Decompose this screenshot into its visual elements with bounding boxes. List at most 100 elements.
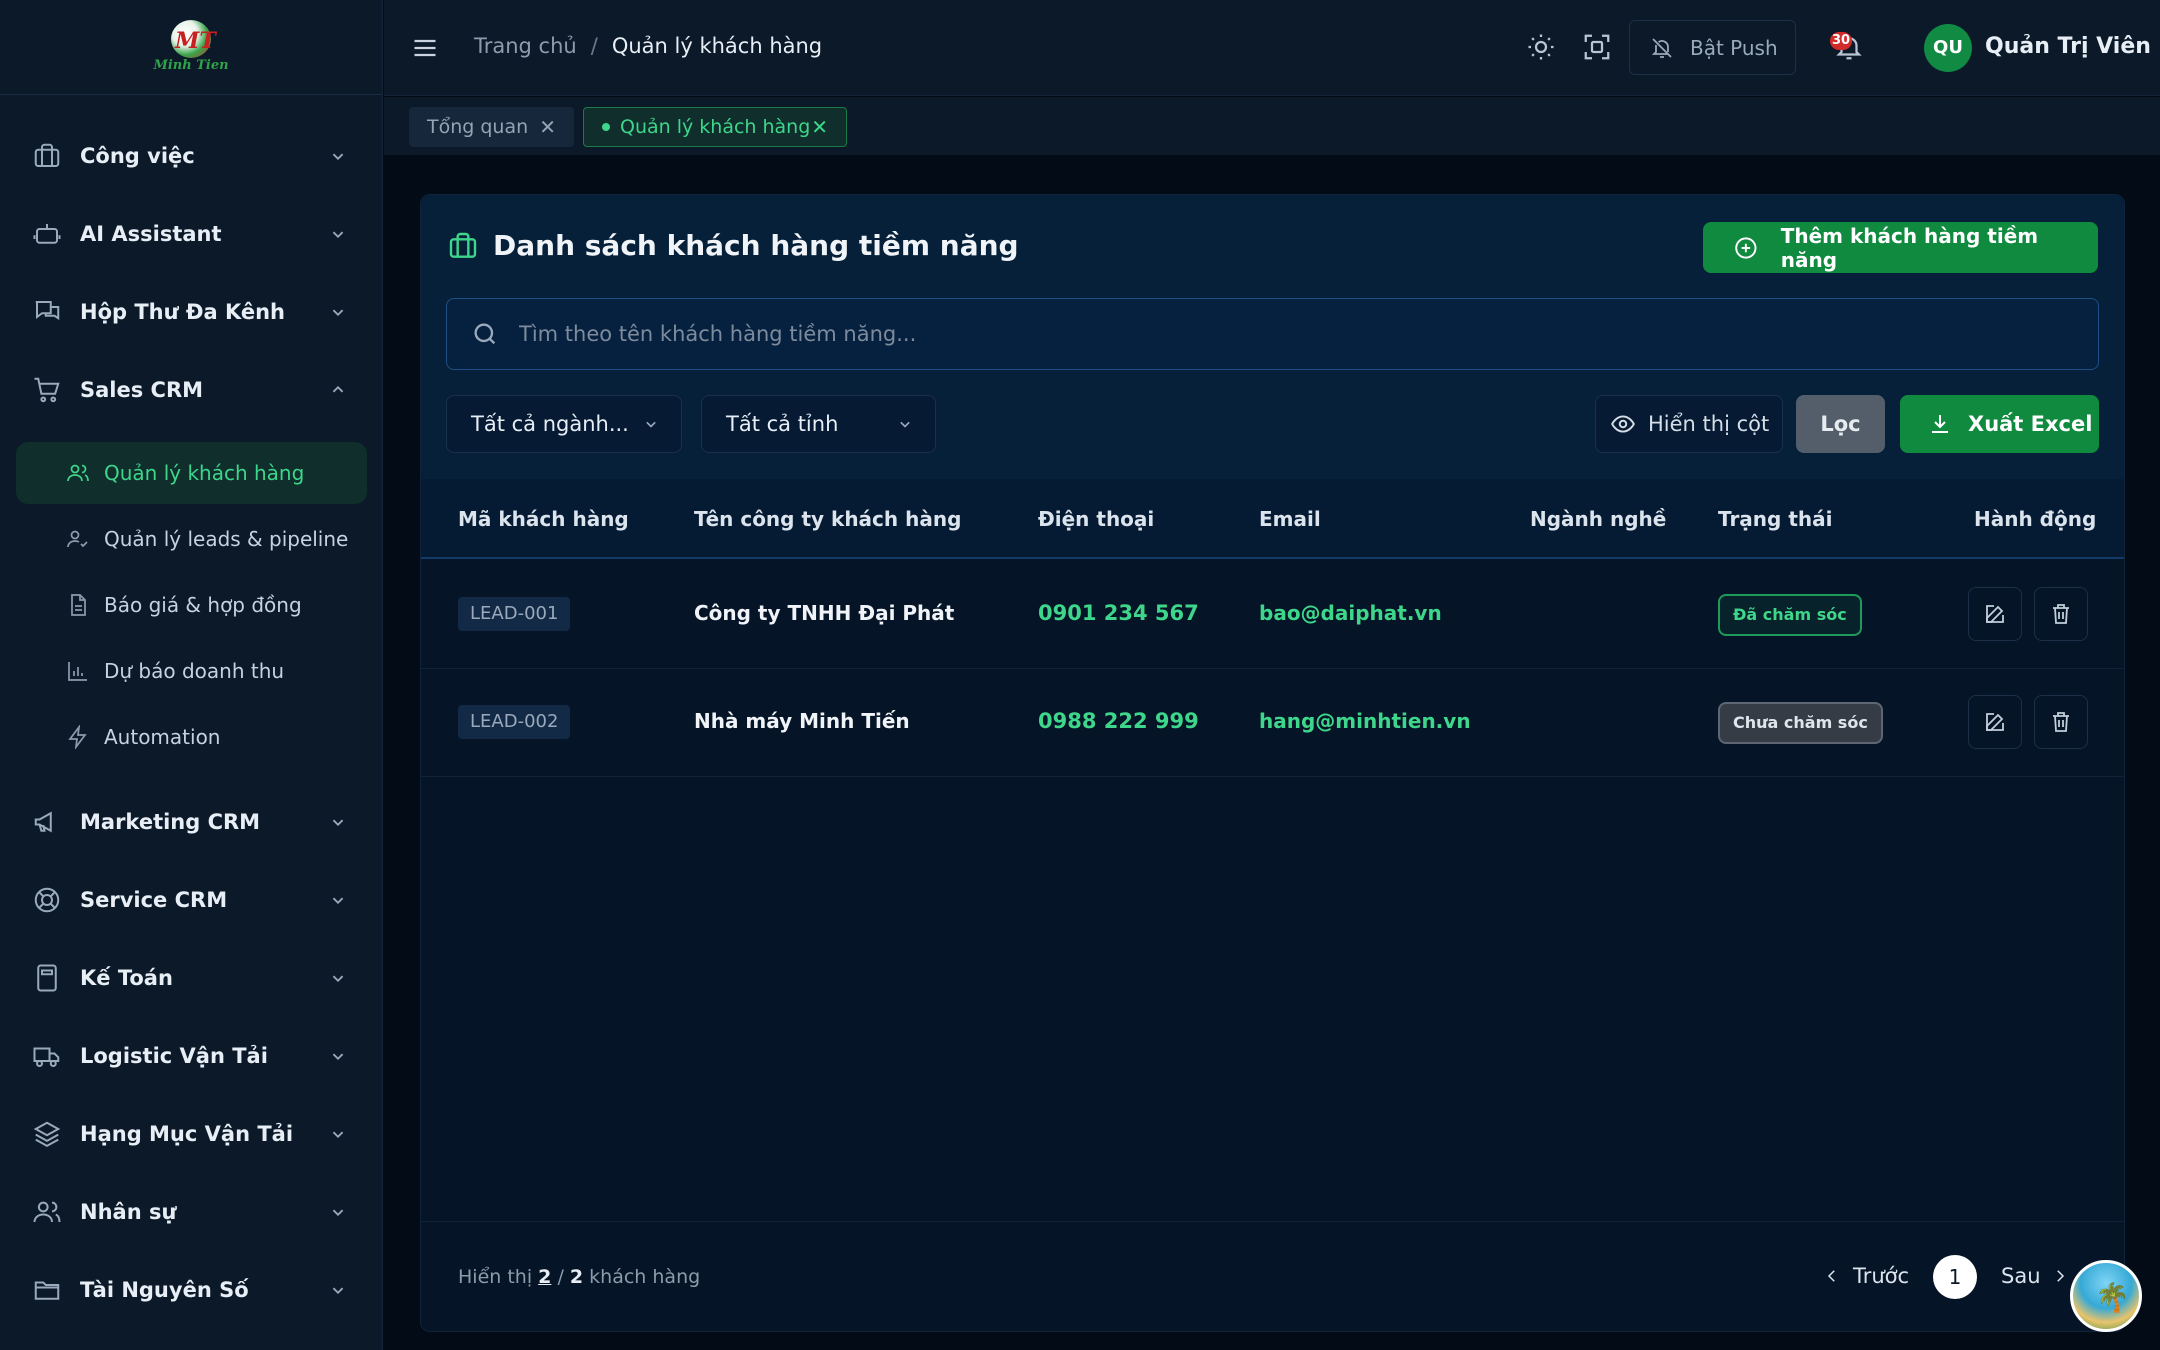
search-icon [474, 323, 496, 345]
column-header-status[interactable]: Trạng thái [1718, 507, 1832, 531]
add-lead-label: Thêm khách hàng tiềm năng [1780, 223, 2039, 272]
sidebar-group-sales-crm[interactable]: Sales CRM [0, 360, 383, 420]
menu-icon[interactable] [410, 34, 440, 62]
push-label: Bật Push [1690, 35, 1778, 60]
tab-quan-ly-khach-hang[interactable]: Quản lý khách hàng ✕ [583, 107, 847, 147]
sidebar-item-label: Dự báo doanh thu [104, 659, 285, 683]
column-header-company[interactable]: Tên công ty khách hàng [694, 507, 961, 531]
notification-badge: 30 [1830, 32, 1853, 50]
lifebuoy-icon [34, 887, 60, 913]
filter-button[interactable]: Lọc [1796, 395, 1885, 453]
download-icon [1932, 415, 1948, 433]
phone-link[interactable]: 0901 234 567 [1038, 601, 1199, 625]
user-name[interactable]: Quản Trị Viên [1985, 34, 2151, 59]
sidebar-item-automation[interactable]: Automation [16, 706, 367, 768]
next-page-button[interactable]: Sau [2001, 1264, 2069, 1288]
sidebar-item-leads-pipeline[interactable]: Quản lý leads & pipeline [16, 508, 367, 570]
edit-button[interactable] [1968, 695, 2022, 749]
column-header-email[interactable]: Email [1259, 507, 1321, 531]
sidebar-group-ke-toan[interactable]: Kế Toán [0, 948, 383, 1008]
sidebar-group-label: Service CRM [80, 888, 228, 912]
bar-chart-icon [68, 662, 87, 681]
breadcrumb-home[interactable]: Trang chủ [474, 34, 577, 58]
sidebar-item-label: Báo giá & hợp đồng [104, 593, 302, 617]
trash-icon [2053, 712, 2069, 732]
phone-link[interactable]: 0988 222 999 [1038, 709, 1199, 733]
table-footer: Hiển thị 2 / 2 khách hàng Trước 1 Sau [421, 1221, 2124, 1331]
search-input[interactable] [519, 322, 2098, 346]
sidebar-group-label: Kế Toán [80, 966, 173, 990]
company-name[interactable]: Công ty TNHH Đại Phát [694, 601, 954, 625]
column-header-industry[interactable]: Ngành nghề [1530, 507, 1666, 531]
sidebar-group-cong-viec[interactable]: Công việc [0, 126, 383, 186]
table-row[interactable]: LEAD-001 Công ty TNHH Đại Phát 0901 234 … [421, 561, 2124, 669]
close-icon[interactable]: ✕ [811, 115, 828, 139]
sun-icon[interactable] [1526, 32, 1556, 62]
briefcase-icon [34, 143, 60, 167]
trash-icon [2053, 604, 2069, 624]
sidebar-group-nhan-su[interactable]: Nhân sự [0, 1182, 383, 1242]
previous-page-button[interactable]: Trước [1823, 1264, 1909, 1288]
column-header-code[interactable]: Mã khách hàng [458, 507, 629, 531]
sidebar-group-service-crm[interactable]: Service CRM [0, 870, 383, 930]
email-link[interactable]: bao@daiphat.vn [1259, 601, 1442, 625]
close-icon[interactable]: ✕ [539, 115, 556, 139]
sidebar: MT Minh Tien Công việc AI Assistant Hộp … [0, 0, 383, 1350]
email-link[interactable]: hang@minhtien.vn [1259, 709, 1471, 733]
delete-button[interactable] [2034, 695, 2088, 749]
province-select[interactable]: Tất cả tỉnh [701, 395, 936, 453]
status-badge: Chưa chăm sóc [1718, 702, 1883, 744]
company-name[interactable]: Nhà máy Minh Tiến [694, 709, 910, 733]
sidebar-group-label: Công việc [80, 144, 195, 168]
sidebar-group-hang-muc[interactable]: Hạng Mục Vận Tải [0, 1104, 383, 1164]
table-row[interactable]: LEAD-002 Nhà máy Minh Tiến 0988 222 999 … [421, 669, 2124, 777]
sidebar-item-bao-gia[interactable]: Báo giá & hợp đồng [16, 574, 367, 636]
palm-tree-icon: 🌴 [2095, 1281, 2130, 1314]
add-lead-button[interactable]: Thêm khách hàng tiềm năng [1703, 222, 2098, 273]
calculator-icon [37, 964, 57, 992]
sidebar-group-ai-assistant[interactable]: AI Assistant [0, 204, 383, 264]
sidebar-group-marketing-crm[interactable]: Marketing CRM [0, 792, 383, 852]
show-columns-button[interactable]: Hiển thị cột [1595, 395, 1783, 453]
lead-code: LEAD-001 [458, 597, 571, 631]
sidebar-group-logistic[interactable]: Logistic Vận Tải [0, 1026, 383, 1086]
lightning-icon [68, 725, 87, 749]
folder-icon [34, 1281, 60, 1300]
tab-label: Quản lý khách hàng [620, 116, 811, 138]
tab-tong-quan[interactable]: Tổng quan ✕ [409, 107, 574, 147]
sidebar-item-label: Quản lý khách hàng [104, 461, 305, 485]
sidebar-group-tai-nguyen-so[interactable]: Tài Nguyên Số [0, 1260, 383, 1320]
column-header-phone[interactable]: Điện thoại [1038, 507, 1154, 531]
breadcrumb: Trang chủ / Quản lý khách hàng [474, 34, 822, 58]
export-excel-button[interactable]: Xuất Excel [1900, 395, 2099, 453]
chevron-left-icon [1827, 1270, 1835, 1282]
sidebar-group-hop-thu[interactable]: Hộp Thư Đa Kênh [0, 282, 383, 342]
fullscreen-icon[interactable] [1582, 32, 1612, 62]
floating-assistant-button[interactable]: 🌴 [2070, 1260, 2142, 1332]
users-icon [67, 464, 89, 482]
leads-card: Danh sách khách hàng tiềm năng Thêm khác… [420, 194, 2125, 1332]
sidebar-group-label: Tài Nguyên Số [80, 1278, 249, 1302]
avatar[interactable]: QU [1924, 24, 1972, 72]
enable-push-button[interactable]: Bật Push [1629, 20, 1796, 75]
page-number-button[interactable]: 1 [1933, 1255, 1977, 1299]
chevron-right-icon [2056, 1270, 2064, 1282]
sidebar-item-du-bao[interactable]: Dự báo doanh thu [16, 640, 367, 702]
logo-area: MT Minh Tien [0, 0, 382, 95]
edit-icon [1986, 605, 2004, 623]
brand-logo[interactable]: MT Minh Tien [153, 18, 229, 76]
plus-circle-icon [1735, 236, 1757, 259]
chevron-down-icon [900, 421, 910, 428]
edit-button[interactable] [1968, 587, 2022, 641]
page-title-text: Danh sách khách hàng tiềm năng [493, 229, 1019, 262]
sidebar-item-quan-ly-khach-hang[interactable]: Quản lý khách hàng [16, 442, 367, 504]
card-toolbar: Danh sách khách hàng tiềm năng Thêm khác… [421, 195, 2124, 479]
active-dot-icon [602, 123, 610, 131]
delete-button[interactable] [2034, 587, 2088, 641]
briefcase-icon [449, 232, 477, 258]
bell-off-icon [1651, 37, 1672, 58]
sidebar-group-label: Hộp Thư Đa Kênh [80, 300, 286, 324]
industry-select[interactable]: Tất cả ngành... [446, 395, 682, 453]
chevron-down-icon [332, 1131, 344, 1139]
province-select-value: Tất cả tỉnh [726, 412, 839, 436]
